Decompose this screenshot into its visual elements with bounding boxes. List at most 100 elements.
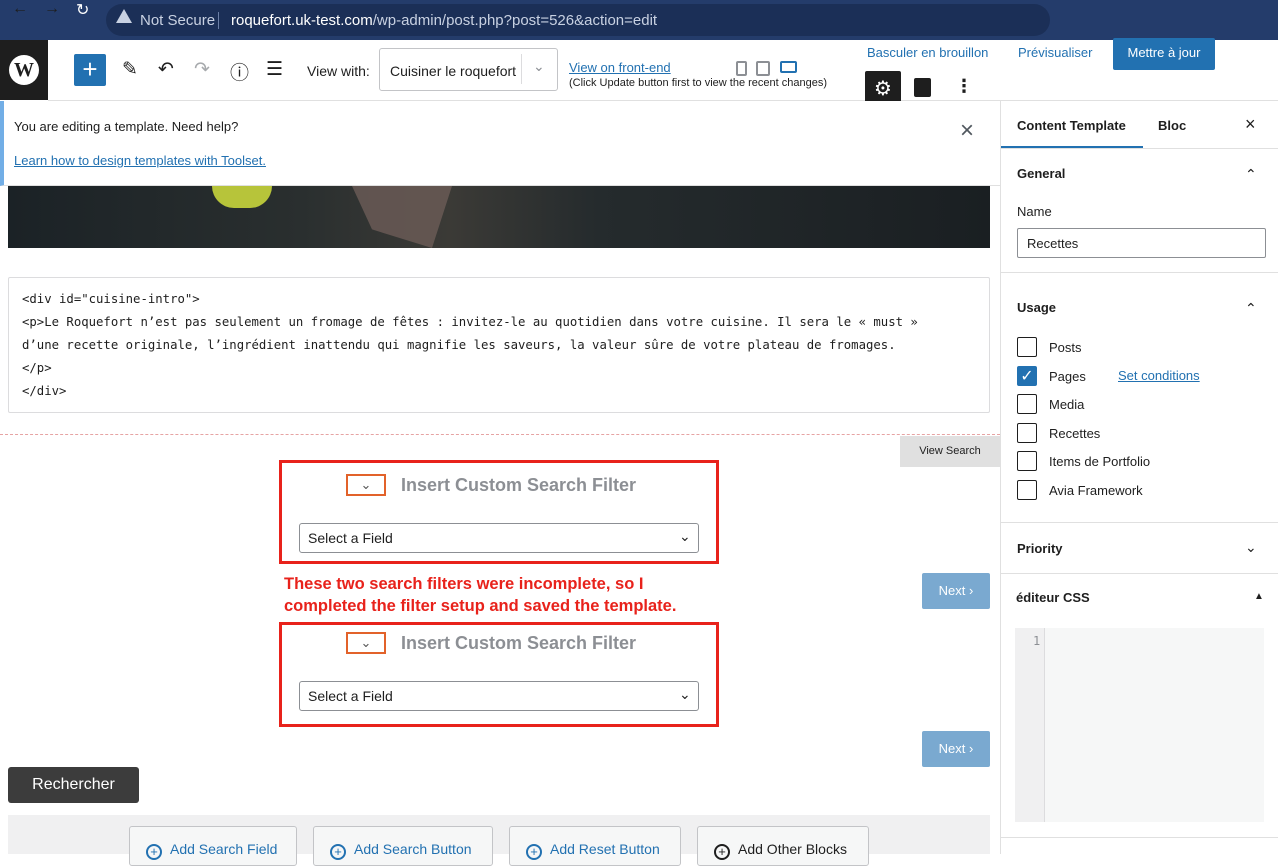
code-line: </p> [22,361,52,375]
url-text[interactable]: roquefort.uk-test.com/wp-admin/post.php?… [231,12,657,29]
divider [1001,837,1278,838]
url-host: roquefort.uk-test.com [231,12,373,29]
line-number: 1 [1033,634,1041,648]
filter-toggle[interactable]: ⌄ [346,474,386,496]
filter-toggle[interactable]: ⌄ [346,632,386,654]
front-end-note: (Click Update button first to view the r… [569,77,828,89]
redo-icon[interactable]: ↷ [194,58,210,81]
info-icon[interactable]: ⓘ [230,58,249,85]
plus-circle-icon: + [526,844,542,860]
undo-icon[interactable]: ↶ [158,58,174,81]
filter-title: Insert Custom Search Filter [401,475,637,495]
plus-circle-icon: + [714,844,730,860]
list-view-icon[interactable]: ☰ [266,58,283,81]
filter-title: Insert Custom Search Filter [401,633,637,653]
switch-to-draft-button[interactable]: Basculer en brouillon [867,45,988,60]
address-divider [218,12,219,29]
mobile-preview-icon[interactable] [736,61,747,76]
divider [1001,522,1278,523]
usage-checkbox-media[interactable] [1017,394,1037,414]
preview-button[interactable]: Prévisualiser [1018,45,1092,60]
usage-checkbox-avia[interactable] [1017,480,1037,500]
divider [1001,148,1278,149]
triangle-up-icon[interactable]: ▲ [1254,591,1264,602]
update-button[interactable]: Mettre à jour [1113,38,1215,70]
usage-label: Avia Framework [1049,483,1143,498]
notice-help-link[interactable]: Learn how to design templates with Tools… [14,153,266,168]
view-with-label: View with: [307,63,370,79]
hero-image [8,186,990,248]
add-search-button-button[interactable]: + Add Search Button [313,826,493,866]
panel-general-title[interactable]: General [1017,166,1065,181]
field-select-value: Select a Field [308,688,393,704]
tab-block[interactable]: Bloc [1158,118,1186,133]
divider [1001,272,1278,273]
next-button[interactable]: Next › [922,573,990,609]
section-divider [0,434,1000,435]
notice-text: You are editing a template. Need help? [14,119,239,134]
annotation-text: These two search filters were incomplete… [284,573,724,617]
plus-circle-icon: + [146,844,162,860]
code-line: </div> [22,384,67,398]
set-conditions-link[interactable]: Set conditions [1118,368,1200,383]
reload-icon[interactable]: ↻ [76,0,89,20]
usage-checkbox-portfolio[interactable] [1017,451,1037,471]
wordpress-icon: W [9,55,39,85]
select-divider [521,54,522,84]
panel-css-editor-title[interactable]: éditeur CSS [1016,590,1090,605]
panel-usage-title[interactable]: Usage [1017,300,1056,315]
view-with-value: Cuisiner le roquefort [390,63,517,79]
panel-priority-title[interactable]: Priority [1017,541,1063,556]
add-other-blocks-button[interactable]: + Add Other Blocks [697,826,869,866]
view-search-button[interactable]: View Search [900,436,1000,467]
usage-checkbox-posts[interactable] [1017,337,1037,357]
usage-checkbox-pages[interactable]: ✓ [1017,366,1037,386]
url-path: /wp-admin/post.php?post=526&action=edit [372,12,658,29]
name-input[interactable]: Recettes [1017,228,1266,258]
add-search-field-button[interactable]: + Add Search Field [129,826,297,866]
template-notice [0,101,1000,186]
divider [1001,573,1278,574]
chevron-down-icon[interactable]: ⌄ [1245,539,1257,556]
code-line: <p>Le Roquefort n’est pas seulement un f… [22,315,918,329]
chevron-down-icon[interactable]: ⌄ [533,58,545,75]
warning-icon [116,9,132,23]
usage-label: Items de Portfolio [1049,454,1151,469]
css-code-editor[interactable] [1015,628,1264,822]
name-label: Name [1017,204,1052,219]
search-submit-button[interactable]: Rechercher [8,767,139,803]
usage-label: Recettes [1049,426,1101,441]
code-line: d’une recette originale, l’ingrédient in… [22,338,896,352]
usage-label: Media [1049,397,1085,412]
add-reset-button-button[interactable]: + Add Reset Button [509,826,681,866]
next-button[interactable]: Next › [922,731,990,767]
usage-checkbox-recettes[interactable] [1017,423,1037,443]
usage-label: Posts [1049,340,1082,355]
view-front-end-link[interactable]: View on front-end [569,60,671,75]
back-icon[interactable]: ← [12,0,28,18]
plugin-icon[interactable] [914,78,931,97]
button-label: Add Search Field [170,841,278,857]
usage-label: Pages [1049,369,1086,384]
chevron-down-icon: ⌄ [679,528,691,544]
code-line: <div id="cuisine-intro"> [22,292,200,306]
button-label: Add Other Blocks [738,841,847,857]
line-gutter [1015,628,1045,822]
annotation-line: completed the filter setup and saved the… [284,597,677,615]
tablet-preview-icon[interactable] [756,61,770,76]
forward-icon[interactable]: → [44,0,60,18]
security-label[interactable]: Not Secure [140,12,215,29]
add-block-button[interactable]: + [74,54,106,86]
close-icon[interactable]: × [1245,114,1256,135]
annotation-line: These two search filters were incomplete… [284,575,644,593]
more-options-icon[interactable]: ⋮ [955,76,973,97]
button-label: Add Reset Button [550,841,660,857]
chevron-up-icon[interactable]: ⌃ [1245,300,1257,317]
plus-circle-icon: + [330,844,346,860]
tab-content-template[interactable]: Content Template [1017,118,1126,133]
field-select-value: Select a Field [308,530,393,546]
close-icon[interactable]: × [960,117,974,145]
edit-icon[interactable]: ✎ [122,58,138,81]
chevron-up-icon[interactable]: ⌃ [1245,166,1257,183]
desktop-preview-icon[interactable] [780,61,797,73]
